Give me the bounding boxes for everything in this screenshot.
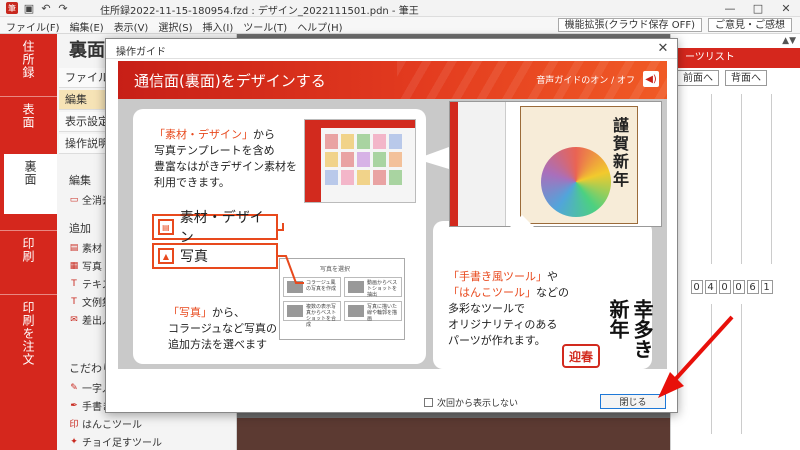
guide-banner: 通信面(裏面)をデザインする 音声ガイドのオン / オフ ◀) xyxy=(118,61,667,99)
menu-bar: ファイル(F) 編集(E) 表示(V) 選択(S) 挿入(I) ツール(T) ヘ… xyxy=(0,17,800,34)
material-icon: ▤ xyxy=(158,219,174,235)
material-design-tag: ▤ 素材・デザイン xyxy=(152,210,278,246)
menu-help[interactable]: ヘルプ(H) xyxy=(297,19,342,34)
tab-back[interactable]: 裏面 xyxy=(0,154,57,214)
sparkle-icon: ✦ xyxy=(70,436,78,447)
checkbox-box[interactable] xyxy=(424,398,433,407)
photo-tag: ▲ 写真 xyxy=(152,243,278,269)
redo-icon[interactable]: ↷ xyxy=(57,2,69,15)
guide-heading: 通信面(裏面)をデザインする xyxy=(134,72,326,90)
dialog-title: 操作ガイド xyxy=(116,47,166,58)
guide-illustration: 「素材・デザイン」から 写真テンプレートを含め 豊富なはがきデザイン素材を 利用… xyxy=(118,99,667,369)
material-screenshot xyxy=(304,119,416,203)
panel-title: 裏面 xyxy=(69,40,105,61)
voice-guide-toggle[interactable]: 音声ガイドのオン / オフ xyxy=(536,73,635,86)
tab-print[interactable]: 印刷 xyxy=(0,230,57,292)
photo-desc-line1: 「写真」から、 xyxy=(168,306,245,319)
menu-select[interactable]: 選択(S) xyxy=(158,19,192,34)
menu-insert[interactable]: 挿入(I) xyxy=(203,19,234,34)
doc-icon: ▭ xyxy=(69,194,79,205)
tools-desc-line1: 「手書き風ツール」や xyxy=(448,270,558,283)
postal-code: 0 4 0 0 6 1 xyxy=(691,280,773,294)
speaker-icon[interactable]: ◀) xyxy=(643,71,659,87)
bring-front-button[interactable]: 前面へ xyxy=(677,70,719,86)
material-desc-line4: 利用できます。 xyxy=(154,176,230,189)
section-add-label: 追加 xyxy=(69,222,91,235)
dont-show-again-checkbox[interactable]: 次回から表示しない xyxy=(424,396,518,409)
tab-front[interactable]: 表面 xyxy=(0,96,57,152)
extension-button[interactable]: 機能拡張(クラウド保存 OFF) xyxy=(557,18,702,32)
dialog-titlebar: 操作ガイド ✕ xyxy=(106,39,677,59)
tool-choi-item[interactable]: ✦ チョイ足すツール xyxy=(69,434,162,450)
parts-list-header: ーツリスト xyxy=(671,48,800,68)
photo-desc-line3: 追加方法を選べます xyxy=(168,338,267,351)
tools-desc-line3: 多彩なツールで xyxy=(448,302,525,315)
tools-desc-line2: 「はんこツール」などの xyxy=(448,286,569,299)
card-screenshot: 謹賀新年 xyxy=(449,101,662,227)
menu-file[interactable]: ファイル(F) xyxy=(6,19,60,34)
material-desc-line1: 「素材・デザイン」から xyxy=(154,128,275,141)
tools-desc-line5: パーツが作れます。 xyxy=(448,334,546,347)
card-preview-strip xyxy=(237,418,670,450)
app-logo-icon: 筆 xyxy=(6,2,18,14)
undo-icon[interactable]: ↶ xyxy=(40,2,52,15)
brush-icon: ✒ xyxy=(70,400,78,411)
operation-guide-dialog: 操作ガイド ✕ 通信面(裏面)をデザインする 音声ガイドのオン / オフ ◀) … xyxy=(105,38,678,413)
add-photo-item[interactable]: ▦ 写真 xyxy=(69,258,102,274)
phrase-icon: T xyxy=(71,296,77,307)
menu-edit[interactable]: 編集(E) xyxy=(70,19,104,34)
minimize-button[interactable]: — xyxy=(716,0,744,17)
tab-address-book[interactable]: 住所録 xyxy=(0,34,57,96)
photo-desc-line2: コラージュなど写真の xyxy=(168,322,278,335)
maximize-button[interactable]: □ xyxy=(744,0,772,17)
tab-order-print[interactable]: 印刷を注文 xyxy=(0,294,57,384)
window-title: 住所録2022-11-15-180954.fzd : デザイン_20221115… xyxy=(100,6,419,17)
feedback-button[interactable]: ご意見・ご感想 xyxy=(708,18,792,32)
left-tab-bar: 住所録 表面 裏面 印刷 印刷を注文 xyxy=(0,34,57,450)
title-bar: 筆 ▣ ↶ ↷ 住所録2022-11-15-180954.fzd : デザイン_… xyxy=(0,0,800,17)
hanko-stamp-sample: 迎春 xyxy=(562,344,600,368)
save-icon[interactable]: ▣ xyxy=(23,2,35,15)
section-edit-label: 編集 xyxy=(69,174,91,187)
menu-tools[interactable]: ツール(T) xyxy=(243,19,287,34)
tools-desc-line4: オリジナリティのある xyxy=(448,318,558,331)
panel-collapse-icon[interactable]: ▲▼ xyxy=(782,36,796,46)
material-desc-line2: 写真テンプレートを含め xyxy=(154,144,275,157)
right-panel: ▲▼ ーツリスト 前面へ 背面へ 0 4 0 0 6 1 xyxy=(670,34,800,450)
pen-icon: ✎ xyxy=(70,382,78,393)
dialog-close-icon[interactable]: ✕ xyxy=(655,40,671,56)
new-year-card-preview: 謹賀新年 xyxy=(520,106,638,224)
close-window-button[interactable]: ✕ xyxy=(772,0,800,17)
photo-menu-screenshot: 写真を選択 コラージュ風の写真を作成 動画からベストショットを抽出 複数の表示写… xyxy=(279,258,405,340)
close-button[interactable]: 閉じる xyxy=(600,394,666,409)
tool-hanko-item[interactable]: 印はんこツール xyxy=(69,416,142,431)
brush-text-sample: 幸多き新年 xyxy=(606,299,654,359)
send-back-button[interactable]: 背面へ xyxy=(725,70,767,86)
text-icon: T xyxy=(71,278,77,289)
stamp-icon: 印 xyxy=(69,420,79,430)
material-desc-line3: 豊富なはがきデザイン素材を xyxy=(154,160,297,173)
card-kanji: 謹賀新年 xyxy=(610,117,629,189)
material-icon: ▤ xyxy=(69,242,79,253)
photo-icon: ▦ xyxy=(69,260,79,271)
menu-view[interactable]: 表示(V) xyxy=(114,19,149,34)
photo-icon: ▲ xyxy=(158,248,174,264)
dont-show-label: 次回から表示しない xyxy=(437,399,519,409)
sender-icon: ✉ xyxy=(70,314,78,325)
